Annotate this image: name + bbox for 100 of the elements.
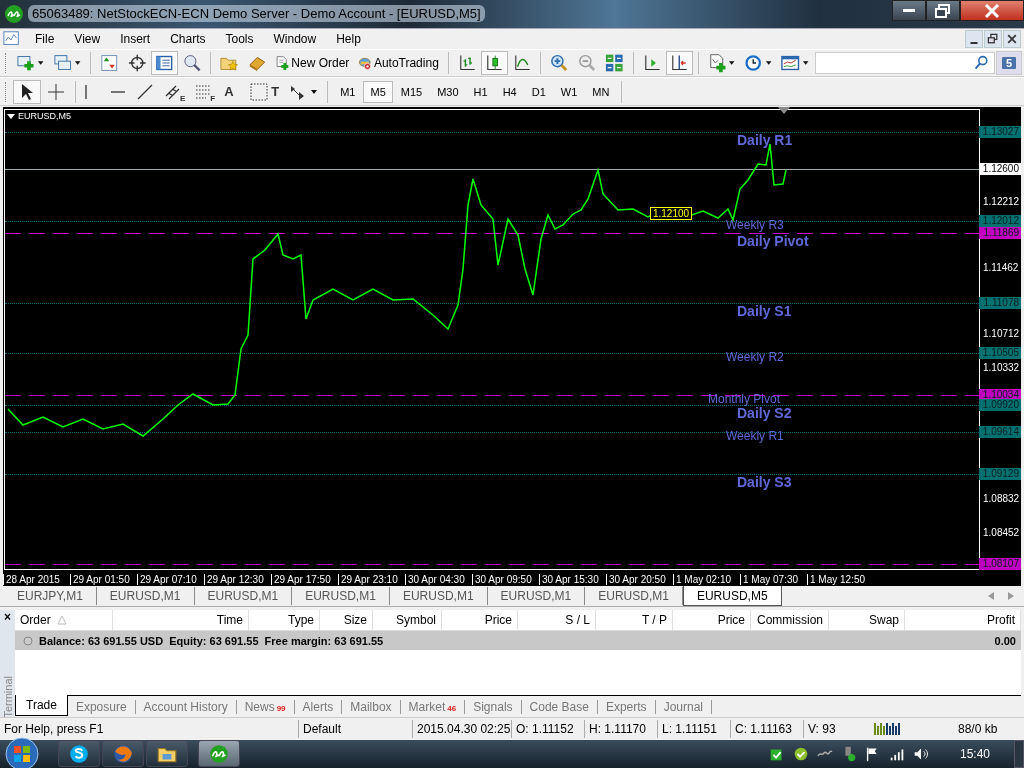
chart-title: EURUSD,M5 bbox=[18, 111, 71, 122]
price-tag: 1.09129 bbox=[979, 468, 1021, 481]
menu-item[interactable]: File bbox=[25, 31, 65, 46]
menu-item[interactable]: View bbox=[64, 31, 111, 46]
minimize-button[interactable] bbox=[892, 0, 926, 21]
taskbar-app[interactable] bbox=[102, 740, 144, 768]
restore-icon bbox=[935, 3, 951, 18]
menu-item[interactable]: Charts bbox=[160, 31, 216, 46]
arrows-up-down-icon bbox=[100, 52, 119, 73]
autoscroll-button[interactable] bbox=[666, 50, 693, 75]
terminal-tab[interactable]: Account History bbox=[135, 700, 237, 715]
axis-label: 29 Apr 01:50 bbox=[70, 574, 137, 586]
terminal-tab[interactable]: Code Base bbox=[521, 700, 598, 715]
autotrading-button[interactable]: AutoTrading bbox=[354, 50, 443, 75]
chart-tab[interactable]: EURUSD,M5 bbox=[682, 586, 782, 607]
terminal-tab[interactable]: Experts bbox=[597, 700, 656, 715]
terminal-tab[interactable]: Market 46 bbox=[400, 700, 466, 715]
chart-tab[interactable]: EURUSD,M1 bbox=[194, 587, 293, 606]
chart-tab[interactable]: EURUSD,M1 bbox=[389, 587, 488, 606]
candles-button[interactable] bbox=[481, 50, 508, 75]
label-button[interactable]: T bbox=[245, 79, 284, 104]
close-button[interactable]: × bbox=[4, 610, 11, 625]
new-order-button[interactable]: New Order bbox=[271, 50, 354, 75]
price-tag: 1.08107 bbox=[979, 558, 1021, 571]
period-button[interactable]: M15 bbox=[393, 80, 430, 103]
column-header[interactable]: Price bbox=[442, 610, 518, 631]
axis-label: 29 Apr 23:10 bbox=[338, 574, 405, 586]
chart-tab[interactable]: EURUSD,M1 bbox=[96, 587, 195, 606]
price-tag: 1.10505 bbox=[979, 347, 1021, 360]
menu-item[interactable]: Insert bbox=[110, 31, 161, 46]
period-button[interactable]: M5 bbox=[363, 80, 393, 103]
restore-button[interactable] bbox=[926, 0, 960, 21]
column-header[interactable]: Type bbox=[249, 610, 320, 631]
period-button[interactable]: H4 bbox=[495, 80, 524, 103]
taskbar-app[interactable] bbox=[146, 740, 188, 768]
price-tag: 1.12012 bbox=[979, 214, 1021, 227]
menu-item[interactable]: Help bbox=[326, 31, 371, 46]
column-header[interactable]: Symbol bbox=[373, 610, 442, 631]
search-icon bbox=[973, 54, 990, 71]
status-text: 2015.04.30 02:25 bbox=[413, 720, 512, 739]
app-logo-icon bbox=[208, 743, 230, 765]
period-button[interactable]: M1 bbox=[333, 80, 363, 103]
magnifier-icon bbox=[182, 52, 202, 73]
column-header[interactable]: Price bbox=[673, 610, 751, 631]
chart-tab[interactable]: EURUSD,M1 bbox=[292, 587, 390, 606]
channel-button[interactable]: E bbox=[160, 79, 190, 104]
cursor-button[interactable] bbox=[13, 79, 41, 104]
status-text: H: 1.11170 bbox=[585, 720, 658, 739]
terminal-tab[interactable]: Trade bbox=[15, 695, 68, 717]
text-button[interactable]: A bbox=[220, 79, 245, 104]
terminal-tab[interactable]: Journal bbox=[655, 700, 712, 715]
column-header[interactable]: Time bbox=[113, 610, 249, 631]
data-window-button[interactable] bbox=[151, 50, 178, 75]
level-label: Weekly R2 bbox=[726, 351, 784, 364]
profit-value: 0.00 bbox=[994, 634, 1016, 647]
squiggle-icon bbox=[816, 750, 833, 758]
period-button[interactable]: H1 bbox=[466, 80, 495, 103]
column-header[interactable]: Size bbox=[320, 610, 373, 631]
period-button[interactable]: M30 bbox=[430, 80, 466, 103]
price-marker: 1.12100 bbox=[650, 207, 692, 221]
column-header[interactable]: Profit bbox=[905, 610, 1021, 631]
column-header[interactable]: Commission bbox=[751, 610, 829, 631]
sort-icon bbox=[56, 615, 67, 626]
balance-text: Balance: 63 691.55 USD Equity: 63 691.55 Free margin: 63 691.55 bbox=[39, 634, 384, 647]
search-field[interactable] bbox=[814, 51, 995, 74]
period-button[interactable]: W1 bbox=[553, 80, 585, 103]
triangle-marker-icon[interactable] bbox=[778, 107, 790, 115]
messages-button[interactable]: 5 bbox=[995, 50, 1022, 75]
clock-icon bbox=[744, 52, 763, 73]
connection-bars-icon bbox=[874, 723, 900, 736]
menu-item[interactable]: Window bbox=[263, 31, 327, 46]
level-label: Weekly R1 bbox=[726, 429, 784, 442]
axis-label: 1.10332 bbox=[983, 361, 1020, 373]
chart-tab[interactable]: EURUSD,M1 bbox=[487, 587, 586, 606]
menu-item[interactable]: Tools bbox=[215, 31, 264, 46]
chat-bubble-icon: 5 bbox=[1001, 56, 1016, 69]
axis-label: 30 Apr 20:50 bbox=[606, 574, 673, 586]
column-header[interactable]: Order bbox=[15, 610, 113, 631]
taskbar-app[interactable] bbox=[58, 740, 100, 768]
column-header[interactable]: T / P bbox=[596, 610, 673, 631]
chart-tab[interactable]: EURJPY,M1 bbox=[4, 587, 97, 606]
price-tag: 1.11869 bbox=[979, 227, 1021, 240]
terminal-tab[interactable]: Exposure bbox=[67, 700, 136, 715]
terminal-tab[interactable]: Alerts bbox=[294, 700, 343, 715]
close-button[interactable] bbox=[960, 0, 1024, 21]
level-label: Weekly R3 bbox=[726, 218, 784, 231]
period-button[interactable]: D1 bbox=[524, 80, 553, 103]
axis-label: 29 Apr 17:50 bbox=[271, 574, 338, 586]
column-header[interactable]: S / L bbox=[518, 610, 596, 631]
terminal-tab[interactable]: News 99 bbox=[236, 700, 295, 715]
price-tag: 1.09614 bbox=[979, 425, 1021, 438]
chart-tab[interactable]: EURUSD,M1 bbox=[585, 587, 683, 606]
terminal-tab[interactable]: Mailbox bbox=[342, 700, 401, 715]
clock-text[interactable]: 15:40 bbox=[959, 747, 990, 761]
taskbar-app[interactable] bbox=[198, 740, 240, 768]
terminal-tab[interactable]: Signals bbox=[465, 700, 522, 715]
fibo-button[interactable]: F bbox=[190, 79, 220, 104]
column-header[interactable]: Swap bbox=[829, 610, 905, 631]
dotted-box-icon bbox=[249, 81, 270, 102]
period-button[interactable]: MN bbox=[585, 80, 617, 103]
